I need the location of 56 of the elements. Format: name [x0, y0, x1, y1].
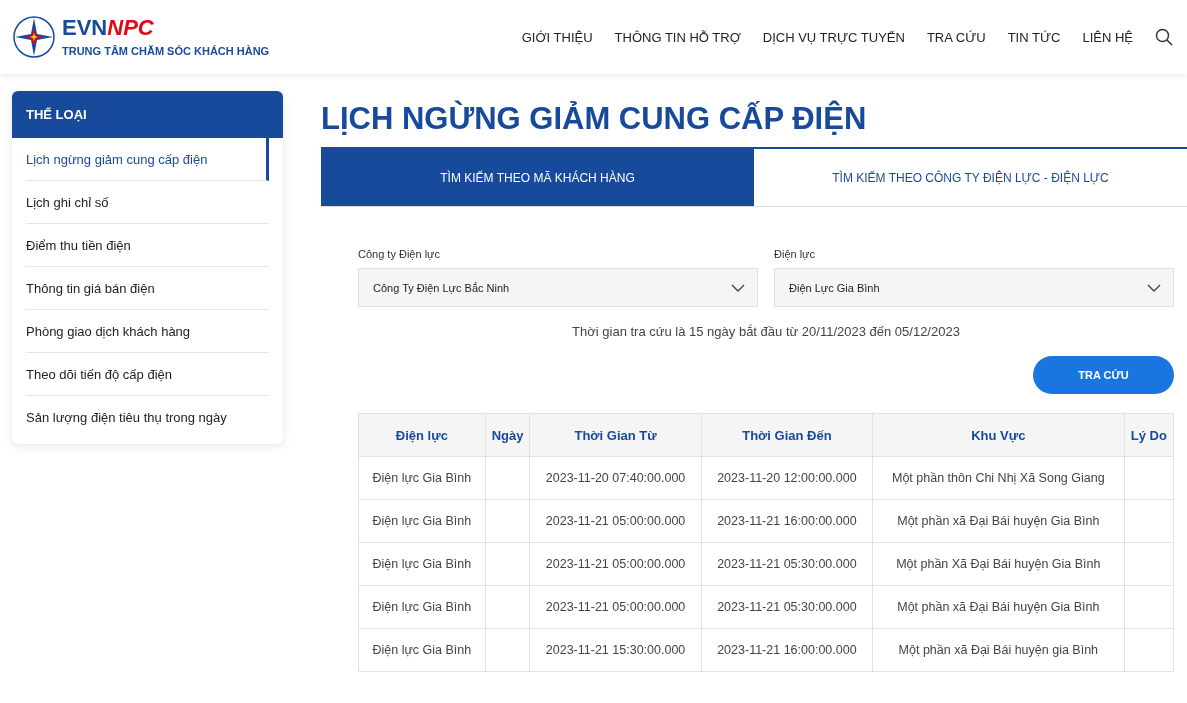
- table-cell: 2023-11-21 05:00:00.000: [529, 542, 702, 586]
- sidebar-item[interactable]: Phòng giao dịch khách hàng: [26, 310, 269, 353]
- table-cell: Một phần Xã Đại Bái huyện Gia Bình: [872, 542, 1125, 586]
- logo-text: NPC: [107, 17, 154, 39]
- nav-link[interactable]: TRA CỨU: [926, 29, 986, 45]
- sidebar-item[interactable]: Lịch ngừng giảm cung cấp điện: [26, 138, 269, 181]
- search-button[interactable]: TRA CỨU: [1033, 356, 1174, 394]
- nav-link[interactable]: LIÊN HỆ: [1082, 29, 1133, 45]
- table-cell: 2023-11-21 05:00:00.000: [529, 499, 702, 543]
- sidebar-item[interactable]: Điểm thu tiền điện: [26, 224, 269, 267]
- sidebar-item[interactable]: Thông tin giá bán điện: [26, 267, 269, 310]
- sidebar-item[interactable]: Theo dõi tiến độ cấp điện: [26, 353, 269, 396]
- column-header: Lý Do: [1124, 413, 1174, 457]
- table-cell: 2023-11-21 15:30:00.000: [529, 628, 702, 672]
- tab[interactable]: TÌM KIẾM THEO CÔNG TY ĐIỆN LỰC - ĐIỆN LỰC: [754, 147, 1187, 207]
- table-cell: Một phần xã Đại Bái huyện gia Bình: [872, 628, 1125, 672]
- tab[interactable]: TÌM KIẾM THEO MÃ KHÁCH HÀNG: [321, 147, 754, 207]
- table-cell: Điện lực Gia Bình: [358, 499, 486, 543]
- sidebar-item[interactable]: Sản lượng điện tiêu thụ trong ngày: [26, 396, 269, 438]
- chevron-down-icon: [731, 283, 745, 292]
- date-range-note: Thời gian tra cứu là 15 ngày bắt đầu từ 20/11/2023 đến 05/12/2023: [571, 324, 961, 339]
- tagline: TRUNG TÂM CHĂM SÓC KHÁCH HÀNG: [62, 45, 270, 57]
- column-header: Thời Gian Đến: [701, 413, 873, 457]
- field-label: Điện lực: [774, 248, 816, 260]
- nav-link[interactable]: DỊCH VỤ TRỰC TUYẾN: [762, 29, 905, 45]
- table-cell: Điện lực Gia Bình: [358, 542, 486, 586]
- table-cell: Điện lực Gia Bình: [358, 628, 486, 672]
- column-header: Điện lực: [358, 413, 486, 457]
- table-cell: Điện lực Gia Bình: [358, 456, 486, 500]
- column-header: Khu Vực: [872, 413, 1125, 457]
- table-cell: Một phần xã Đại Bái huyện Gia Bình: [872, 585, 1125, 629]
- chevron-down-icon: [1147, 283, 1161, 292]
- sidebar-item[interactable]: Lịch ghi chỉ số: [26, 181, 269, 224]
- table-cell: 2023-11-21 05:30:00.000: [701, 585, 873, 629]
- select-field[interactable]: Điện Lực Gia Bình: [774, 268, 1174, 307]
- column-header: Thời Gian Từ: [529, 413, 702, 457]
- table-cell: Một phần thôn Chi Nhị Xã Song Giang: [872, 456, 1125, 500]
- table-cell: 2023-11-20 07:40:00.000: [529, 456, 702, 500]
- nav-link[interactable]: GIỚI THIỆU: [521, 29, 593, 45]
- table-cell: Một phần xã Đại Bái huyện Gia Bình: [872, 499, 1125, 543]
- column-header: Ngày: [485, 413, 530, 457]
- table-cell: 2023-11-21 16:00:00.000: [701, 499, 873, 543]
- table-cell: 2023-11-21 05:30:00.000: [701, 542, 873, 586]
- select-field[interactable]: Công Ty Điện Lực Bắc Ninh: [358, 268, 758, 307]
- logo-icon: [12, 15, 56, 59]
- page-title: LỊCH NGỪNG GIẢM CUNG CẤP ĐIỆN: [321, 99, 868, 138]
- logo-text: EVN: [62, 17, 108, 39]
- nav-link[interactable]: THÔNG TIN HỖ TRỢ: [614, 29, 741, 45]
- sidebar-title: THỂ LOẠI: [12, 91, 283, 138]
- nav-link[interactable]: TIN TỨC: [1007, 29, 1061, 45]
- table-cell: 2023-11-20 12:00:00.000: [701, 456, 873, 500]
- field-label: Công ty Điện lực: [358, 248, 441, 260]
- table-cell: 2023-11-21 05:00:00.000: [529, 585, 702, 629]
- table-cell: Điện lực Gia Bình: [358, 585, 486, 629]
- table-cell: 2023-11-21 16:00:00.000: [701, 628, 873, 672]
- search-icon[interactable]: [1155, 28, 1173, 46]
